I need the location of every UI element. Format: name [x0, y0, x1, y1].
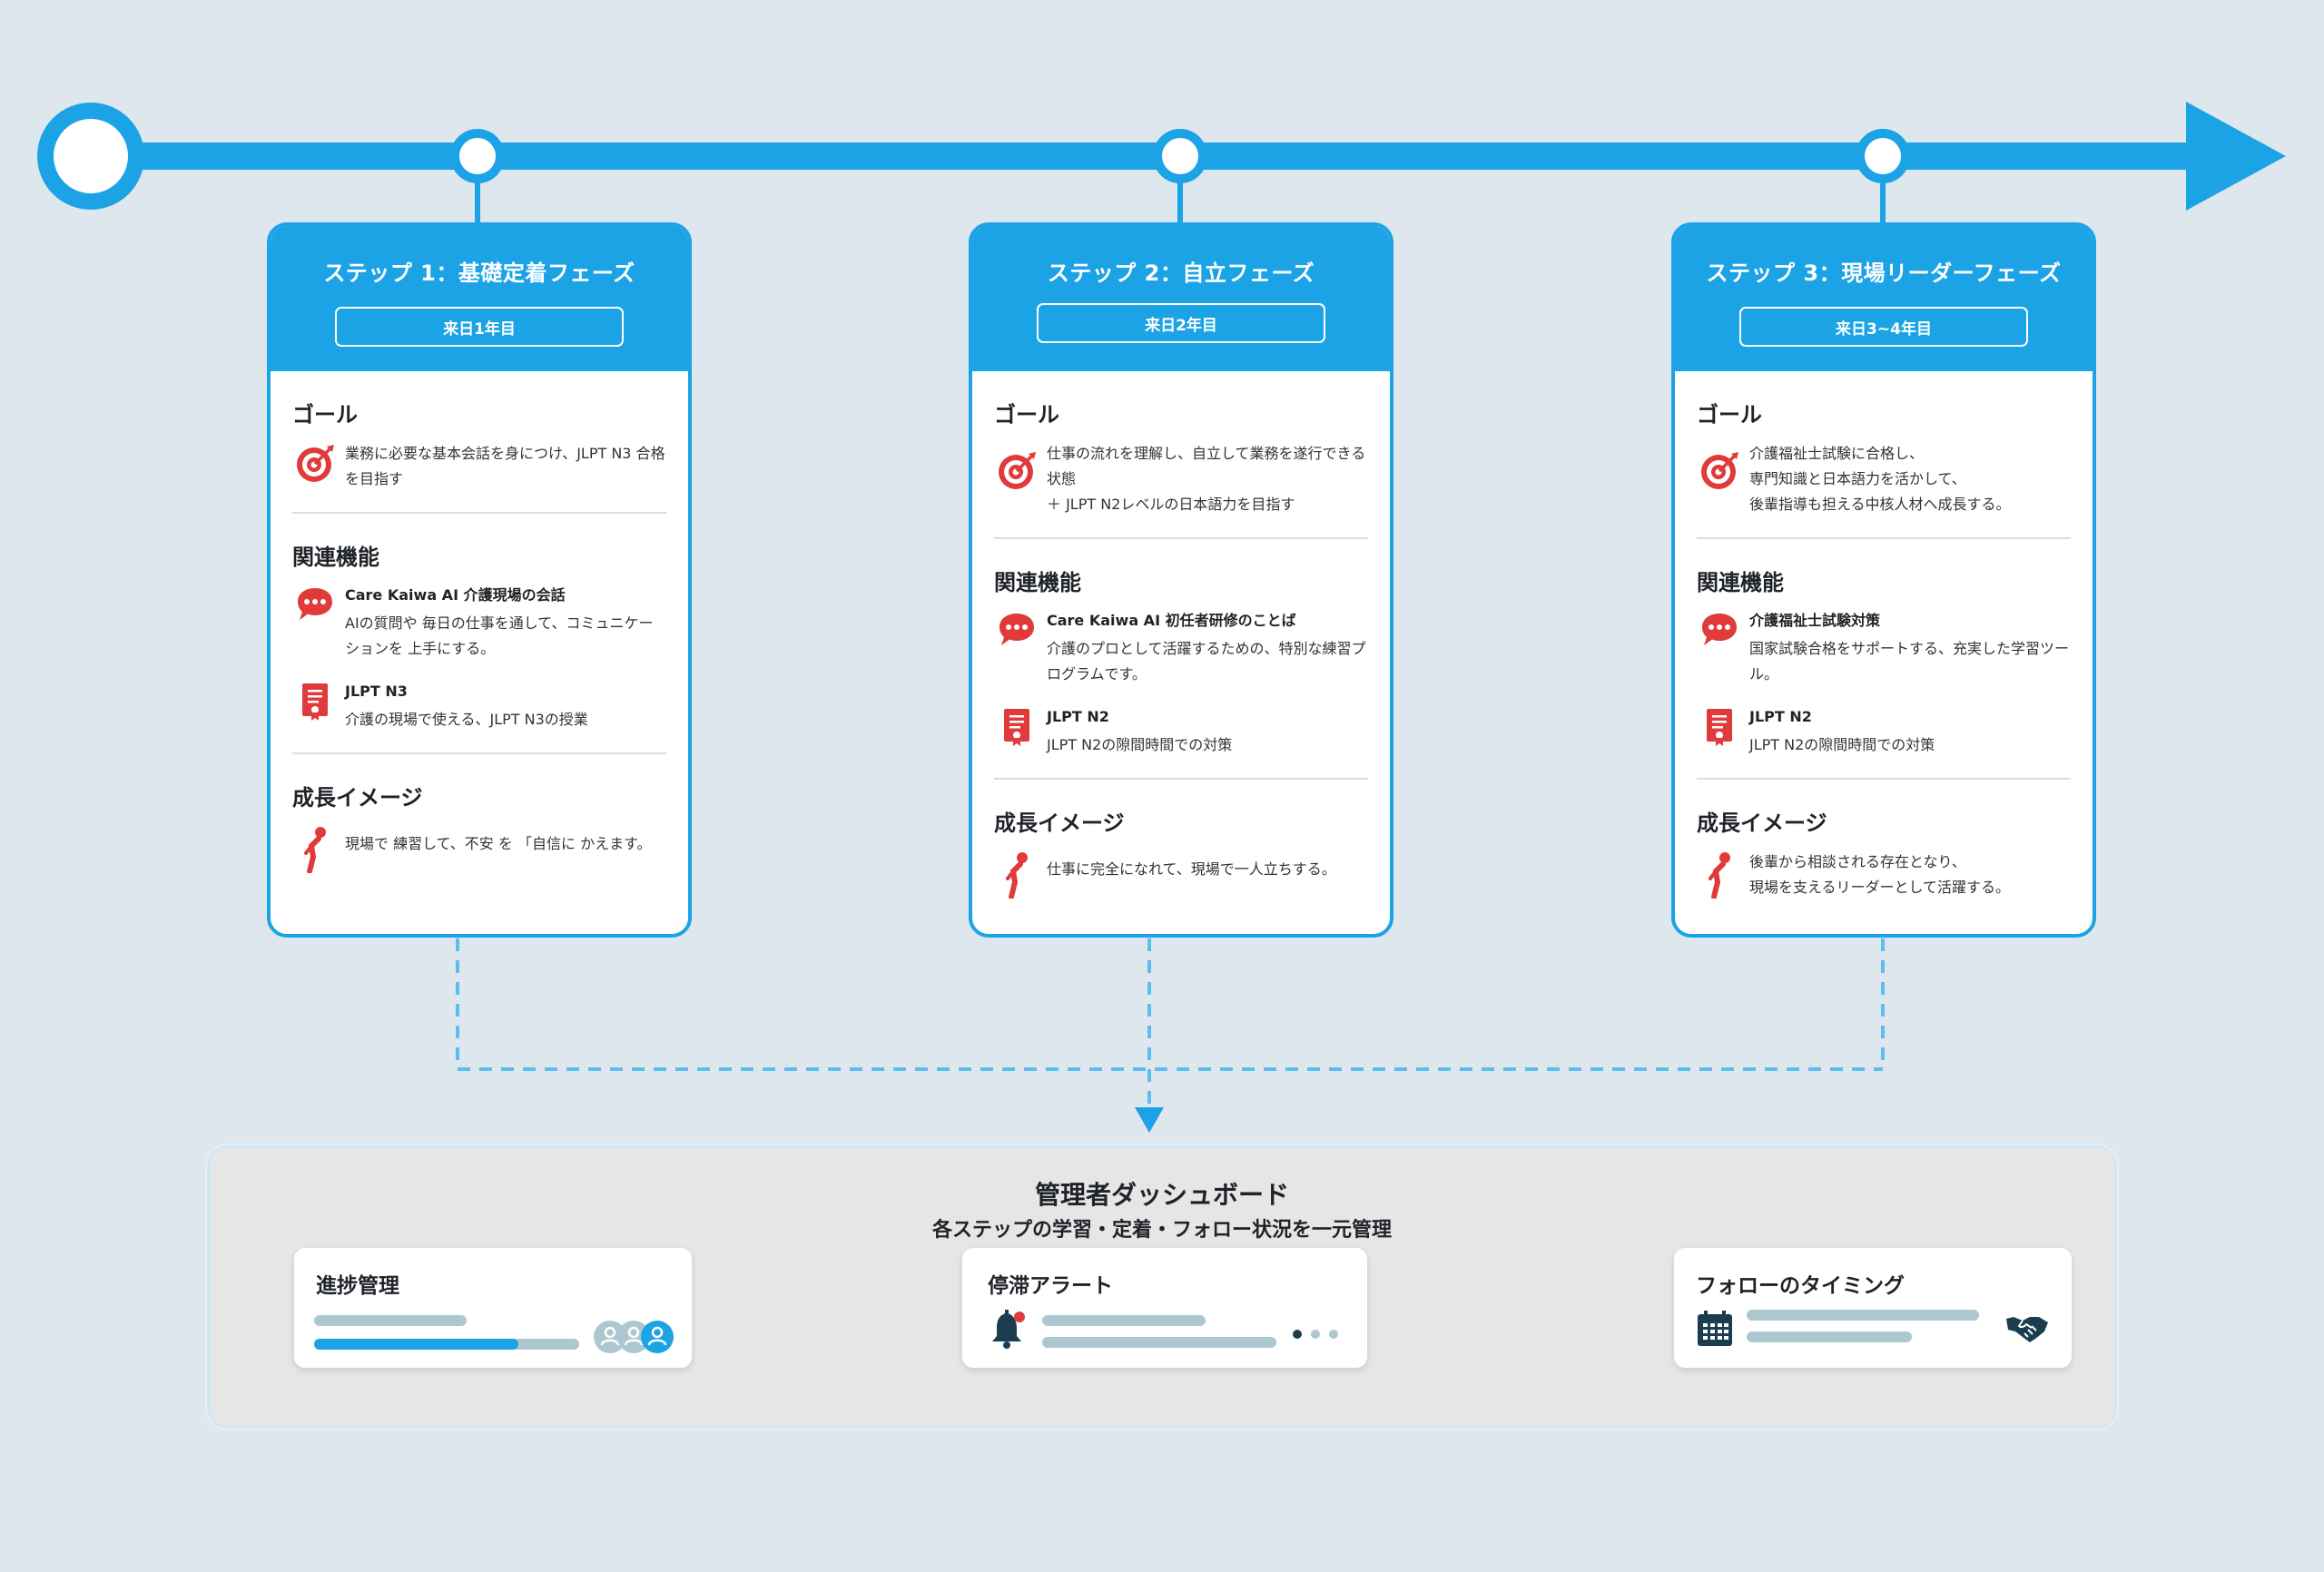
- step-card-1: ステップ 1：基礎定着フェーズ 来日1年目 ゴール 業務に必要な基本会話を身につ…: [267, 222, 692, 938]
- growth-text: 現場で 練習して、不安 を 「自信に かえます。: [345, 835, 652, 852]
- feature-desc: JLPT N2の隙間時間での対策: [1047, 736, 1233, 753]
- timeline-start-node: [37, 103, 144, 210]
- placeholder-text-bar: [314, 1315, 467, 1326]
- feature-title: Care Kaiwa AI 初任者研修のことば: [1047, 612, 1296, 629]
- certificate-icon: [1004, 709, 1029, 746]
- feature-title: JLPT N3: [345, 683, 408, 700]
- step-card-header: ステップ 2：自立フェーズ 来日2年目: [972, 226, 1390, 371]
- step-title: ステップ 2：自立フェーズ: [1047, 260, 1315, 286]
- feature-desc: JLPT N2の隙間時間での対策: [1749, 736, 1935, 753]
- timeline-step-node-1: [450, 129, 505, 225]
- step-card-header: ステップ 3：現場リーダーフェーズ 来日3~4年目: [1675, 226, 2093, 371]
- feature-item: 介護福祉士試験対策 国家試験合格をサポートする、充実した学習ツール。: [1697, 609, 2071, 687]
- divider: [994, 537, 1368, 539]
- follow-timing-card[interactable]: フォローのタイミング: [1674, 1248, 2072, 1368]
- dashed-connectors: [456, 938, 1885, 1109]
- timeline-step-node-2: [1153, 129, 1207, 225]
- feature-title: 介護福祉士試験対策: [1749, 612, 1881, 629]
- calendar-icon: [1698, 1311, 1732, 1346]
- speech-bubble-icon: [298, 588, 332, 620]
- placeholder-text-bar: [1042, 1315, 1206, 1326]
- admin-dashboard: 管理者ダッシュボード 各ステップの学習・定着・フォロー状況を一元管理 進捗管理 …: [207, 1145, 2117, 1429]
- follow-timing-title: フォローのタイミング: [1696, 1274, 1905, 1298]
- target-icon: [297, 445, 334, 482]
- divider: [292, 752, 666, 754]
- feature-item: JLPT N3 介護の現場で使える、JLPT N3の授業: [292, 680, 666, 732]
- feature-item: JLPT N2 JLPT N2の隙間時間での対策: [1697, 705, 2071, 758]
- placeholder-text-bar: [1042, 1337, 1276, 1348]
- stagnation-alert-title: 停滞アラート: [988, 1274, 1113, 1298]
- goal-heading: ゴール: [1697, 402, 1762, 427]
- feature-title: JLPT N2: [1749, 708, 1812, 725]
- pagination-dots: [1293, 1330, 1338, 1339]
- feature-item: Care Kaiwa AI 初任者研修のことば 介護のプロとして活躍するための、…: [994, 609, 1368, 687]
- timeline-step-node-3: [1856, 129, 1910, 225]
- divider: [994, 778, 1368, 780]
- goal-heading: ゴール: [292, 402, 358, 427]
- goal-text: 介護福祉士試験に合格し、 専門知識と日本語力を活かして、 後輩指導も担える中核人…: [1749, 445, 2011, 513]
- step-year-badge: 来日1年目: [335, 307, 624, 347]
- feature-item: Care Kaiwa AI 介護現場の会話 AIの質問や 毎日の仕事を通して、コ…: [292, 584, 666, 662]
- connector-arrowhead: [1135, 1107, 1164, 1133]
- feature-desc: 介護の現場で使える、JLPT N3の授業: [345, 711, 588, 728]
- step-year-badge: 来日3~4年目: [1739, 307, 2028, 347]
- placeholder-text-bar: [1747, 1310, 1979, 1321]
- feature-title: Care Kaiwa AI 介護現場の会話: [345, 586, 566, 604]
- target-icon: [1701, 452, 1738, 489]
- timeline-arrowhead: [2186, 102, 2286, 211]
- progress-fill: [314, 1339, 518, 1350]
- step-card-header: ステップ 1：基礎定着フェーズ 来日1年目: [271, 226, 688, 371]
- feature-title: JLPT N2: [1047, 708, 1109, 725]
- step-year-badge: 来日2年目: [1037, 303, 1325, 343]
- speech-bubble-icon: [1000, 614, 1034, 645]
- dashboard-title: 管理者ダッシュボード: [1034, 1180, 1289, 1210]
- growth-heading: 成長イメージ: [994, 811, 1125, 836]
- feature-desc: 介護のプロとして活躍するための、特別な練習プログラムです。: [1047, 640, 1366, 683]
- bell-icon: [992, 1310, 1025, 1349]
- features-heading: 関連機能: [994, 570, 1081, 595]
- placeholder-text-bar: [1747, 1331, 1912, 1342]
- divider: [1697, 778, 2071, 780]
- goal-text: 業務に必要な基本会話を身につけ、JLPT N3 合格を目指す: [345, 445, 665, 487]
- growth-heading: 成長イメージ: [1697, 811, 1827, 836]
- users-icon: [594, 1321, 674, 1353]
- features-heading: 関連機能: [1697, 570, 1784, 595]
- goal-heading: ゴール: [994, 402, 1059, 427]
- certificate-icon: [302, 683, 328, 721]
- goal-text: 仕事の流れを理解し、自立して業務を遂行できる状態 ＋ JLPT N2レベルの日本…: [1047, 445, 1366, 513]
- features-heading: 関連機能: [292, 545, 379, 570]
- step-card-3: ステップ 3：現場リーダーフェーズ 来日3~4年目 ゴール 介護福祉士試験に合格…: [1671, 222, 2096, 938]
- feature-item: JLPT N2 JLPT N2の隙間時間での対策: [994, 705, 1368, 758]
- feature-desc: 国家試験合格をサポートする、充実した学習ツール。: [1749, 640, 2070, 683]
- progress-track: [314, 1339, 579, 1350]
- step-card-2: ステップ 2：自立フェーズ 来日2年目 ゴール 仕事の流れを理解し、自立して業務…: [969, 222, 1393, 938]
- growth-heading: 成長イメージ: [292, 785, 423, 811]
- growth-text: 仕事に完全になれて、現場で一人立ちする。: [1047, 860, 1336, 878]
- step-title: ステップ 1：基礎定着フェーズ: [323, 260, 635, 286]
- person-bowing-icon: [304, 827, 326, 873]
- progress-management-card[interactable]: 進捗管理: [294, 1248, 692, 1368]
- progress-management-title: 進捗管理: [316, 1274, 399, 1298]
- divider: [1697, 537, 2071, 539]
- target-icon: [999, 452, 1036, 489]
- growth-text: 後輩から相談される存在となり、 現場を支えるリーダーとして活躍する。: [1749, 853, 2011, 896]
- certificate-icon: [1707, 709, 1732, 746]
- person-bowing-icon: [1006, 852, 1028, 899]
- divider: [292, 512, 666, 514]
- speech-bubble-icon: [1702, 614, 1737, 645]
- handshake-icon: [2006, 1317, 2048, 1342]
- step-title: ステップ 3：現場リーダーフェーズ: [1706, 260, 2062, 286]
- dashboard-subtitle: 各ステップの学習・定着・フォロー状況を一元管理: [931, 1219, 1392, 1242]
- feature-desc: AIの質問や 毎日の仕事を通して、コミュニケーションを 上手にする。: [345, 614, 654, 657]
- person-bowing-icon: [1709, 852, 1730, 899]
- stagnation-alert-card[interactable]: 停滞アラート: [962, 1248, 1367, 1368]
